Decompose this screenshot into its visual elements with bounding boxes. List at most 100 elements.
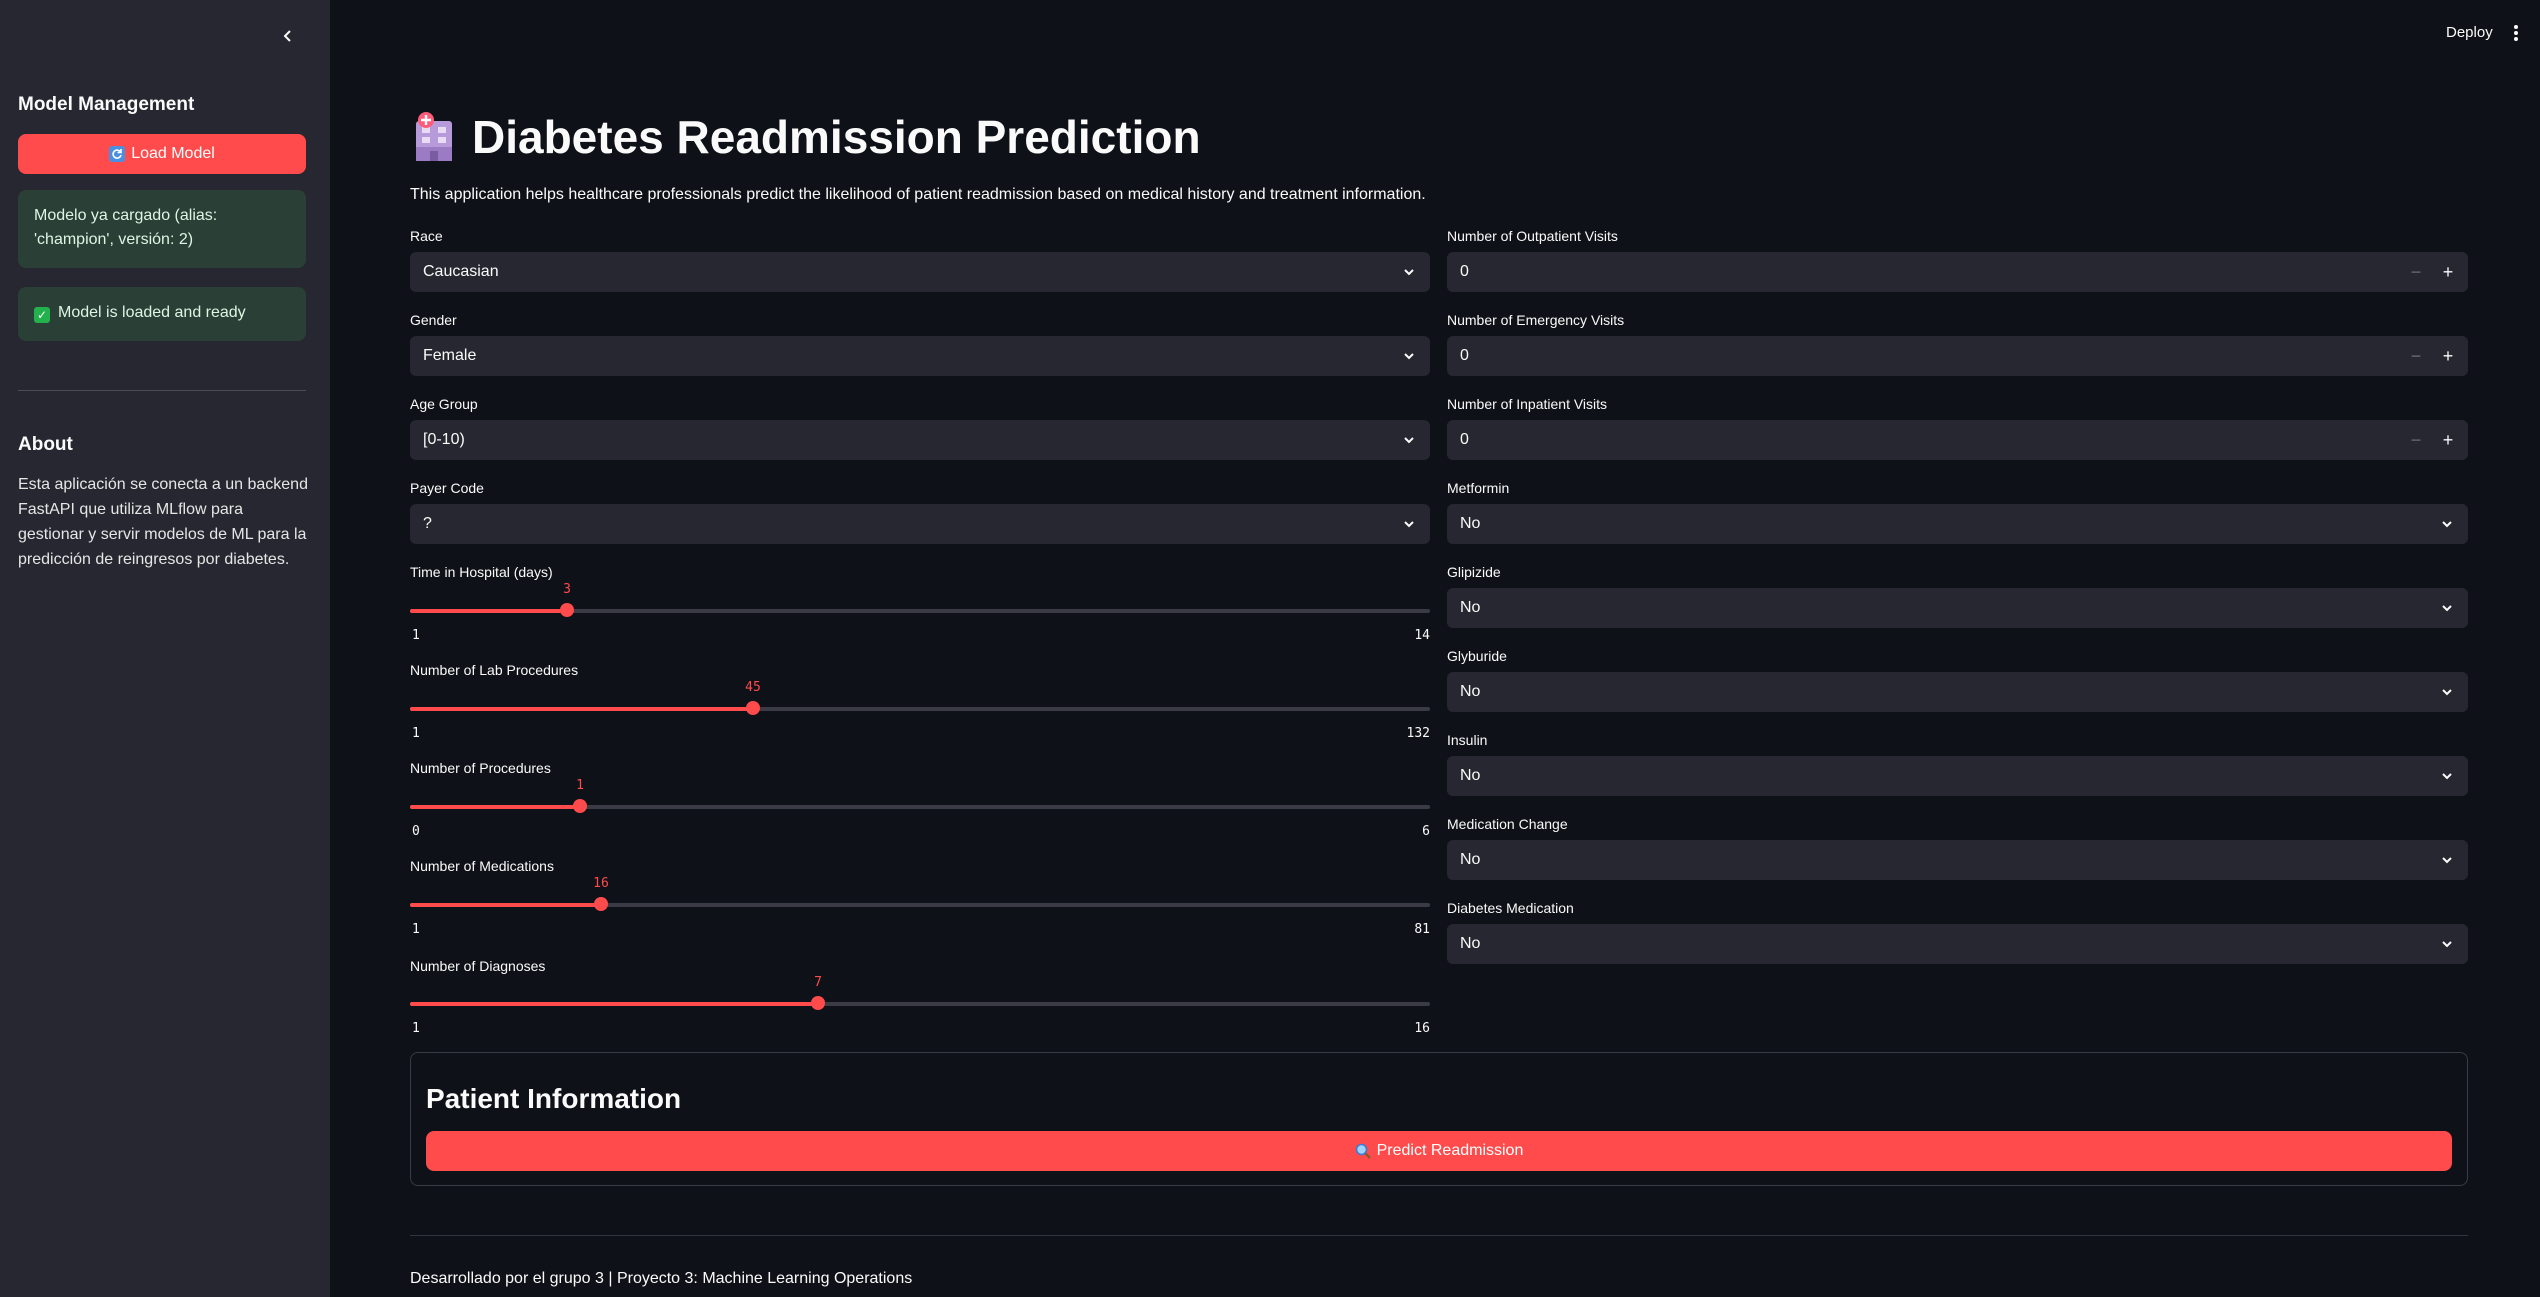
payer-code-value: ? [423, 515, 432, 532]
gender-select[interactable]: Female [410, 336, 1430, 376]
emergency-input[interactable]: 0 − + [1447, 336, 2468, 376]
slider-value: 3 [563, 582, 571, 597]
glyburide-value: No [1460, 683, 1481, 700]
sidebar: Model Management Load Model Modelo ya ca… [0, 0, 330, 1297]
model-ready-text: Model is loaded and ready [58, 304, 246, 321]
payer-code-label: Payer Code [410, 480, 484, 496]
slider-max: 132 [1406, 726, 1430, 741]
slider-fill [410, 903, 601, 907]
insulin-select[interactable]: No [1447, 756, 2468, 796]
magnifier-icon [1355, 1143, 1371, 1159]
predict-readmission-button[interactable]: Predict Readmission [426, 1131, 2452, 1171]
deploy-button[interactable]: Deploy [2446, 24, 2493, 41]
chevron-down-icon [2442, 857, 2452, 864]
diagnoses-slider[interactable]: 7 1 16 [410, 971, 1430, 1036]
slider-value: 1 [576, 778, 584, 793]
decrement-button[interactable]: − [2400, 420, 2432, 460]
diabetes-medication-label: Diabetes Medication [1447, 900, 1574, 916]
medications-slider[interactable]: 16 1 81 [410, 872, 1430, 937]
medication-change-select[interactable]: No [1447, 840, 2468, 880]
predict-label: Predict Readmission [1376, 1142, 1524, 1159]
inpatient-input[interactable]: 0 − + [1447, 420, 2468, 460]
slider-min: 0 [412, 824, 420, 839]
increment-button[interactable]: + [2432, 336, 2464, 376]
slider-fill [410, 1002, 818, 1006]
about-text: Esta aplicación se conecta a un backend … [18, 476, 308, 568]
inpatient-label: Number of Inpatient Visits [1447, 396, 1608, 412]
glipizide-label: Glipizide [1447, 564, 1501, 580]
procedures-slider[interactable]: 1 0 6 [410, 774, 1430, 839]
chevron-down-icon [2442, 689, 2452, 696]
slider-thumb[interactable] [594, 897, 608, 911]
increment-button[interactable]: + [2432, 420, 2464, 460]
outpatient-input[interactable]: 0 − + [1447, 252, 2468, 292]
gender-label: Gender [410, 312, 457, 328]
model-ready-alert: ✓ Model is loaded and ready [18, 287, 306, 341]
slider-thumb[interactable] [811, 996, 825, 1010]
emergency-label: Number of Emergency Visits [1447, 312, 1625, 328]
age-group-select[interactable]: [0-10) [410, 420, 1430, 460]
payer-code-select[interactable]: ? [410, 504, 1430, 544]
form-title: Patient Information [426, 1083, 682, 1114]
glipizide-select[interactable]: No [1447, 588, 2468, 628]
page-header: Diabetes Readmission Prediction [410, 110, 1201, 164]
race-select[interactable]: Caucasian [410, 252, 1430, 292]
insulin-value: No [1460, 767, 1481, 784]
emergency-value: 0 [1460, 347, 1469, 364]
sidebar-heading: Model Management [18, 94, 195, 115]
glipizide-value: No [1460, 599, 1481, 616]
metformin-select[interactable]: No [1447, 504, 2468, 544]
slider-thumb[interactable] [573, 799, 587, 813]
sidebar-divider [18, 390, 306, 391]
chevron-down-icon [2442, 773, 2452, 780]
main-menu-icon[interactable] [2508, 22, 2524, 44]
time-in-hospital-slider[interactable]: 3 1 14 [410, 578, 1430, 643]
diabetes-medication-value: No [1460, 935, 1481, 952]
slider-thumb[interactable] [746, 701, 760, 715]
slider-value: 16 [593, 876, 609, 891]
glyburide-select[interactable]: No [1447, 672, 2468, 712]
chevron-down-icon [1404, 437, 1414, 444]
slider-fill [410, 805, 580, 809]
metformin-value: No [1460, 515, 1481, 532]
slider-max: 14 [1414, 628, 1430, 643]
footer-text: Desarrollado por el grupo 3 | Proyecto 3… [410, 1270, 913, 1287]
insulin-label: Insulin [1447, 732, 1488, 748]
inpatient-value: 0 [1460, 431, 1469, 448]
chevron-down-icon [1404, 521, 1414, 528]
medication-change-value: No [1460, 851, 1481, 868]
chevron-down-icon [2442, 521, 2452, 528]
slider-min: 1 [412, 628, 420, 643]
age-group-value: [0-10) [423, 431, 465, 448]
outpatient-label: Number of Outpatient Visits [1447, 228, 1618, 244]
page-subtitle: This application helps healthcare profes… [410, 186, 1426, 203]
chevron-down-icon [1404, 269, 1414, 276]
gender-value: Female [423, 347, 477, 364]
slider-thumb[interactable] [560, 603, 574, 617]
glyburide-label: Glyburide [1447, 648, 1507, 664]
outpatient-value: 0 [1460, 263, 1469, 280]
about-heading: About [18, 434, 73, 455]
lab-procedures-slider[interactable]: 45 1 132 [410, 676, 1430, 741]
race-value: Caucasian [423, 263, 499, 280]
slider-max: 81 [1414, 922, 1430, 937]
slider-fill [410, 707, 753, 711]
collapse-sidebar-button[interactable] [276, 24, 300, 48]
chevron-down-icon [2442, 605, 2452, 612]
increment-button[interactable]: + [2432, 252, 2464, 292]
slider-min: 1 [412, 922, 420, 937]
decrement-button[interactable]: − [2400, 336, 2432, 376]
patient-form: Patient Information Predict Readmission [410, 1052, 2468, 1186]
hospital-icon [416, 112, 452, 161]
decrement-button[interactable]: − [2400, 252, 2432, 292]
load-model-button[interactable]: Load Model [18, 134, 306, 174]
load-model-label: Load Model [131, 145, 215, 162]
metformin-label: Metformin [1447, 480, 1510, 496]
chevron-down-icon [2442, 941, 2452, 948]
slider-min: 1 [412, 1021, 420, 1036]
slider-value: 7 [814, 975, 822, 990]
slider-max: 16 [1414, 1021, 1430, 1036]
diabetes-medication-select[interactable]: No [1447, 924, 2468, 964]
age-group-label: Age Group [410, 396, 478, 412]
medication-change-label: Medication Change [1447, 816, 1568, 832]
